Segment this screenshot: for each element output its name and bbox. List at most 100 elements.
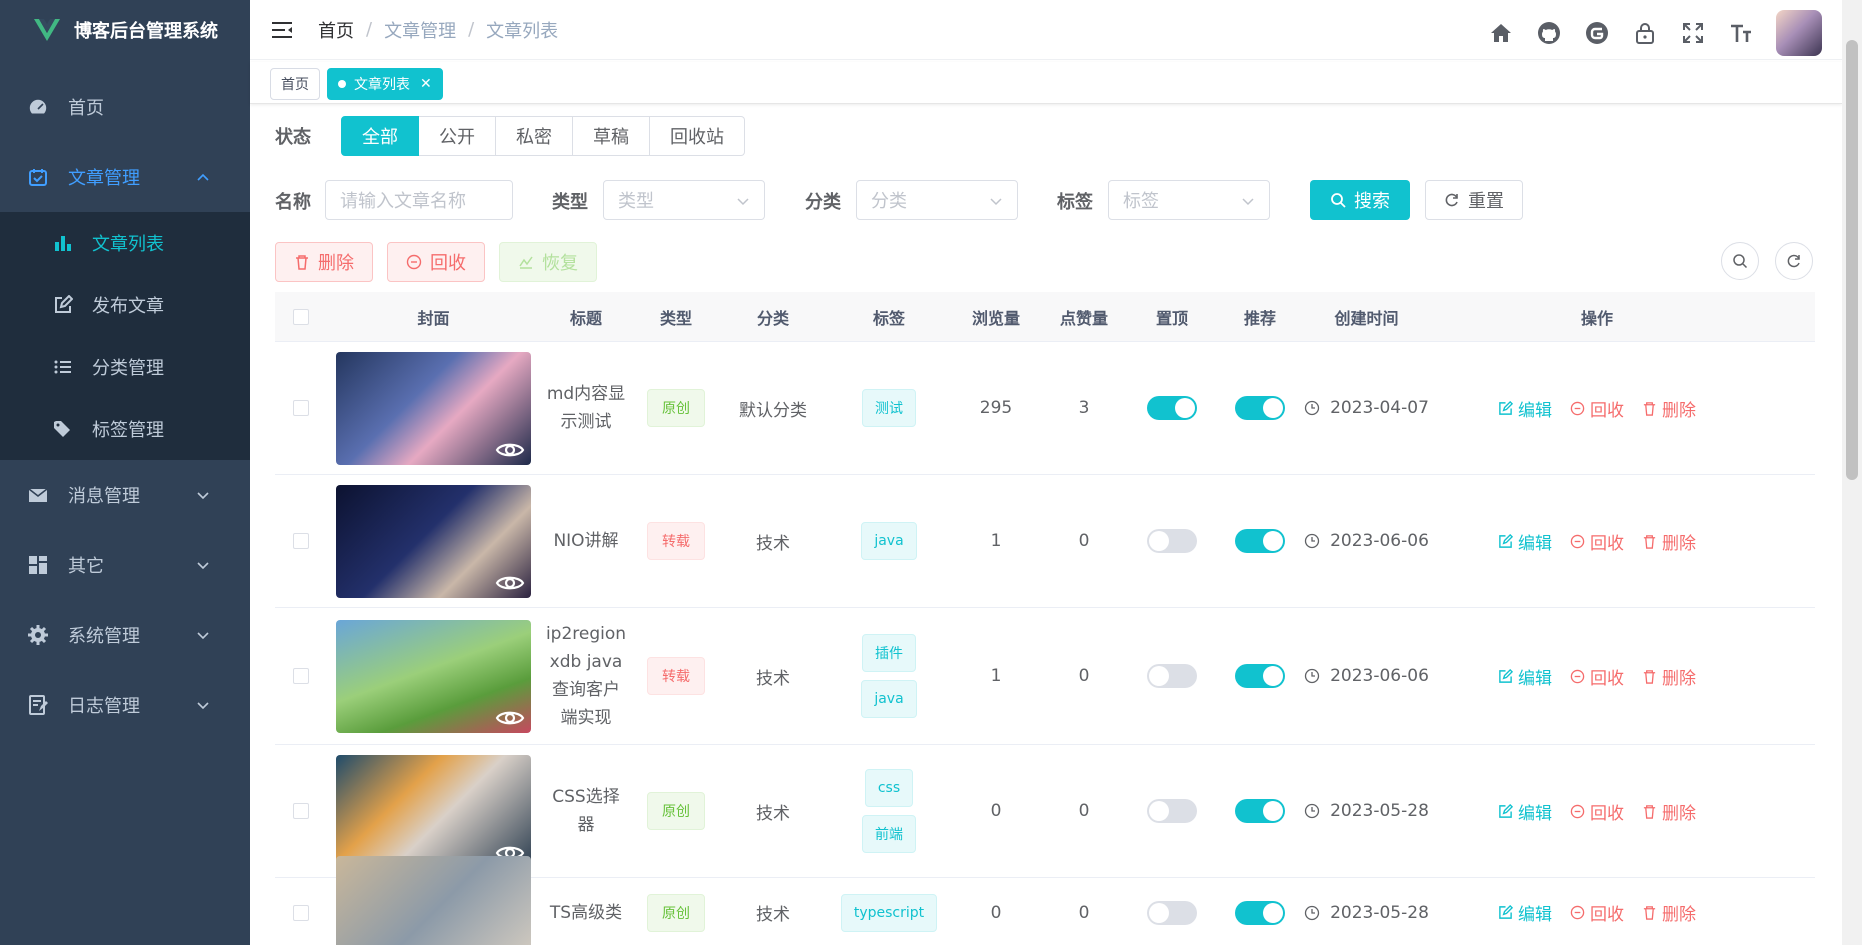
sidebar-item-category-management[interactable]: 分类管理 xyxy=(0,336,250,398)
row-checkbox[interactable] xyxy=(293,668,309,684)
cover-image[interactable] xyxy=(336,754,531,868)
type-cell: 原创 xyxy=(632,893,720,932)
delete-button[interactable]: 删除 xyxy=(1642,529,1696,554)
tags-view-item-article-list[interactable]: 文章列表 ✕ xyxy=(327,68,443,100)
label-tag: java xyxy=(861,680,917,718)
edit-button[interactable]: 编辑 xyxy=(1498,529,1552,554)
status-option-recycle-bin[interactable]: 回收站 xyxy=(650,116,745,156)
fullscreen-icon[interactable] xyxy=(1680,20,1706,46)
select-all-checkbox[interactable] xyxy=(293,308,309,325)
sidebar-item-article-management[interactable]: 文章管理 xyxy=(0,142,250,212)
lock-icon[interactable] xyxy=(1632,20,1658,46)
github-icon[interactable] xyxy=(1536,20,1562,46)
search-button[interactable]: 搜索 xyxy=(1310,180,1410,220)
created-date: 2023-05-28 xyxy=(1330,902,1429,923)
breadcrumb-home[interactable]: 首页 xyxy=(318,17,354,43)
tags-view-item-home[interactable]: 首页 xyxy=(270,68,320,100)
top-cell xyxy=(1128,664,1216,688)
edit-label: 编辑 xyxy=(1518,533,1552,554)
home-icon[interactable] xyxy=(1488,20,1514,46)
gitee-icon[interactable] xyxy=(1584,20,1610,46)
edit-button[interactable]: 编辑 xyxy=(1498,900,1552,925)
recycle-button[interactable]: 回收 xyxy=(1570,529,1624,554)
bulk-delete-label: 删除 xyxy=(318,253,354,274)
status-option-all[interactable]: 全部 xyxy=(341,116,419,156)
recycle-label: 回收 xyxy=(1590,668,1624,689)
top-switch[interactable] xyxy=(1147,799,1197,823)
bulk-actions: 删除 回收 恢复 xyxy=(275,242,1815,282)
type-select[interactable]: 类型 xyxy=(603,180,765,220)
recycle-button[interactable]: 回收 xyxy=(1570,900,1624,925)
row-checkbox[interactable] xyxy=(293,400,309,416)
row-checkbox[interactable] xyxy=(293,533,309,549)
clock-icon xyxy=(1304,400,1320,416)
sidebar-item-home[interactable]: 首页 xyxy=(0,72,250,142)
sidebar-item-other[interactable]: 其它 xyxy=(0,530,250,600)
delete-button[interactable]: 删除 xyxy=(1642,799,1696,824)
eye-icon[interactable] xyxy=(495,707,525,729)
trash-icon xyxy=(1643,906,1656,920)
sidebar-item-publish-article[interactable]: 发布文章 xyxy=(0,274,250,336)
avatar[interactable] xyxy=(1776,10,1822,56)
sidebar-item-message-management[interactable]: 消息管理 xyxy=(0,460,250,530)
recycle-button[interactable]: 回收 xyxy=(1570,664,1624,689)
sidebar-item-system-management[interactable]: 系统管理 xyxy=(0,600,250,670)
delete-label: 删除 xyxy=(1662,905,1696,925)
recommend-switch[interactable] xyxy=(1235,799,1285,823)
sidebar-item-log-management[interactable]: 日志管理 xyxy=(0,670,250,740)
page-scrollbar[interactable] xyxy=(1842,0,1862,945)
recycle-button[interactable]: 回收 xyxy=(1570,396,1624,421)
top-switch[interactable] xyxy=(1147,664,1197,688)
cover-image[interactable] xyxy=(336,484,531,598)
scrollbar-thumb[interactable] xyxy=(1846,40,1858,480)
edit-button[interactable]: 编辑 xyxy=(1498,799,1552,824)
recommend-switch[interactable] xyxy=(1235,900,1285,925)
table-row[interactable]: NIO讲解 转载 技术 java 1 0 2023-06-06 编辑 回收 删除 xyxy=(275,475,1815,608)
table-row[interactable]: ip2region xdb java 查询客户 端实现 转载 技术 插件 java 1 … xyxy=(275,608,1815,745)
sidebar-item-article-list[interactable]: 文章列表 xyxy=(0,212,250,274)
category-label: 分类 xyxy=(805,192,841,213)
sidebar-item-tag-management[interactable]: 标签管理 xyxy=(0,398,250,460)
edit-button[interactable]: 编辑 xyxy=(1498,664,1552,689)
table-row[interactable]: md内容显示测试 原创 默认分类 测试 295 3 2023-04-07 编辑 xyxy=(275,342,1815,475)
article-name-input[interactable]: 请输入文章名称 xyxy=(325,180,513,220)
hamburger-menu-icon[interactable] xyxy=(270,18,294,42)
tag-select[interactable]: 标签 xyxy=(1108,180,1270,220)
recommend-switch[interactable] xyxy=(1235,396,1285,420)
row-checkbox[interactable] xyxy=(293,803,309,819)
top-switch[interactable] xyxy=(1147,900,1197,925)
table-body: md内容显示测试 原创 默认分类 测试 295 3 2023-04-07 编辑 xyxy=(275,342,1815,945)
font-size-icon[interactable] xyxy=(1728,20,1754,46)
close-icon[interactable]: ✕ xyxy=(420,76,432,92)
category-select[interactable]: 分类 xyxy=(856,180,1018,220)
status-option-draft[interactable]: 草稿 xyxy=(573,116,650,156)
toggle-search-button[interactable] xyxy=(1721,242,1759,280)
bulk-restore-button[interactable]: 恢复 xyxy=(499,242,597,282)
status-option-private[interactable]: 私密 xyxy=(496,116,573,156)
switch-knob xyxy=(1149,666,1169,686)
breadcrumb-article-management[interactable]: 文章管理 xyxy=(384,17,456,43)
recycle-button[interactable]: 回收 xyxy=(1570,799,1624,824)
table-row[interactable]: TS高级类 原创 技术 typescript 0 0 2023-05-28 编辑 xyxy=(275,856,1815,945)
delete-button[interactable]: 删除 xyxy=(1642,900,1696,925)
top-switch[interactable] xyxy=(1147,529,1197,553)
reset-button[interactable]: 重置 xyxy=(1425,180,1523,220)
bulk-delete-button[interactable]: 删除 xyxy=(275,242,373,282)
bulk-recycle-button[interactable]: 回收 xyxy=(387,242,485,282)
recommend-switch[interactable] xyxy=(1235,529,1285,553)
eye-icon[interactable] xyxy=(495,439,525,461)
delete-button[interactable]: 删除 xyxy=(1642,396,1696,421)
delete-button[interactable]: 删除 xyxy=(1642,664,1696,689)
row-checkbox[interactable] xyxy=(293,904,309,921)
cover-image[interactable] xyxy=(336,351,531,465)
refresh-table-button[interactable] xyxy=(1775,242,1813,280)
logo[interactable]: 博客后台管理系统 xyxy=(0,0,250,60)
status-option-public[interactable]: 公开 xyxy=(419,116,496,156)
edit-button[interactable]: 编辑 xyxy=(1498,396,1552,421)
sidebar-item-label: 发布文章 xyxy=(92,296,164,317)
eye-icon[interactable] xyxy=(495,572,525,594)
recommend-switch[interactable] xyxy=(1235,664,1285,688)
cover-image[interactable] xyxy=(336,856,531,945)
cover-image[interactable] xyxy=(336,619,531,733)
top-switch[interactable] xyxy=(1147,396,1197,420)
